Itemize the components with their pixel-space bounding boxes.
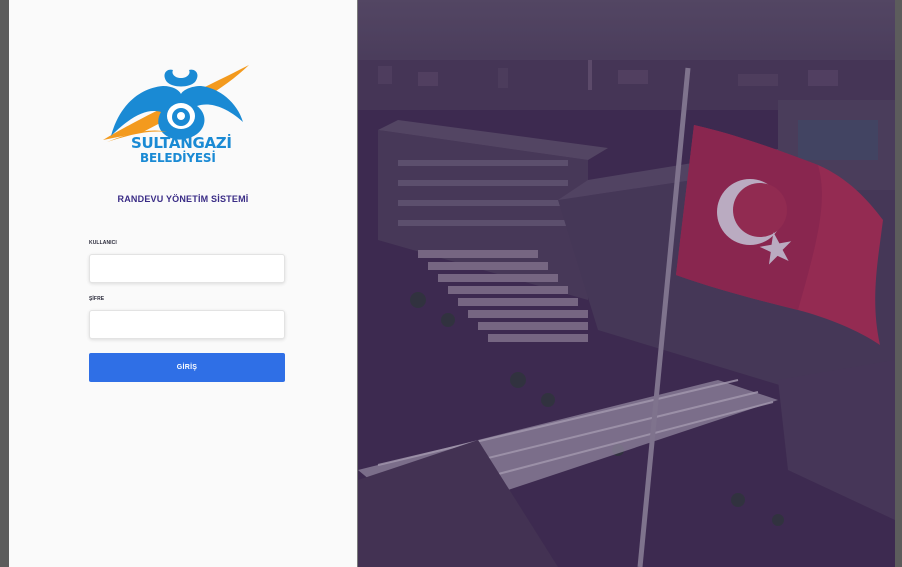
brand-name-line1: SULTANGAZİ bbox=[131, 134, 232, 152]
system-title: RANDEVU YÖNETİM SİSTEMİ bbox=[117, 194, 249, 204]
window-frame-left bbox=[0, 0, 9, 567]
background-photo-illustration bbox=[358, 0, 895, 567]
password-label: ŞİFRE bbox=[89, 296, 105, 302]
password-input[interactable] bbox=[89, 310, 285, 339]
brand-name-line2: BELEDİYESİ bbox=[140, 151, 216, 165]
username-input[interactable] bbox=[89, 254, 285, 283]
username-label: KULLANICI bbox=[89, 240, 117, 246]
window-frame-right bbox=[895, 0, 902, 567]
login-button[interactable]: GİRİŞ bbox=[89, 353, 285, 382]
login-panel: SULTANGAZİ BELEDİYESİ RANDEVU YÖNETİM Sİ… bbox=[9, 0, 358, 567]
municipality-building-aerial-photo bbox=[358, 0, 895, 567]
